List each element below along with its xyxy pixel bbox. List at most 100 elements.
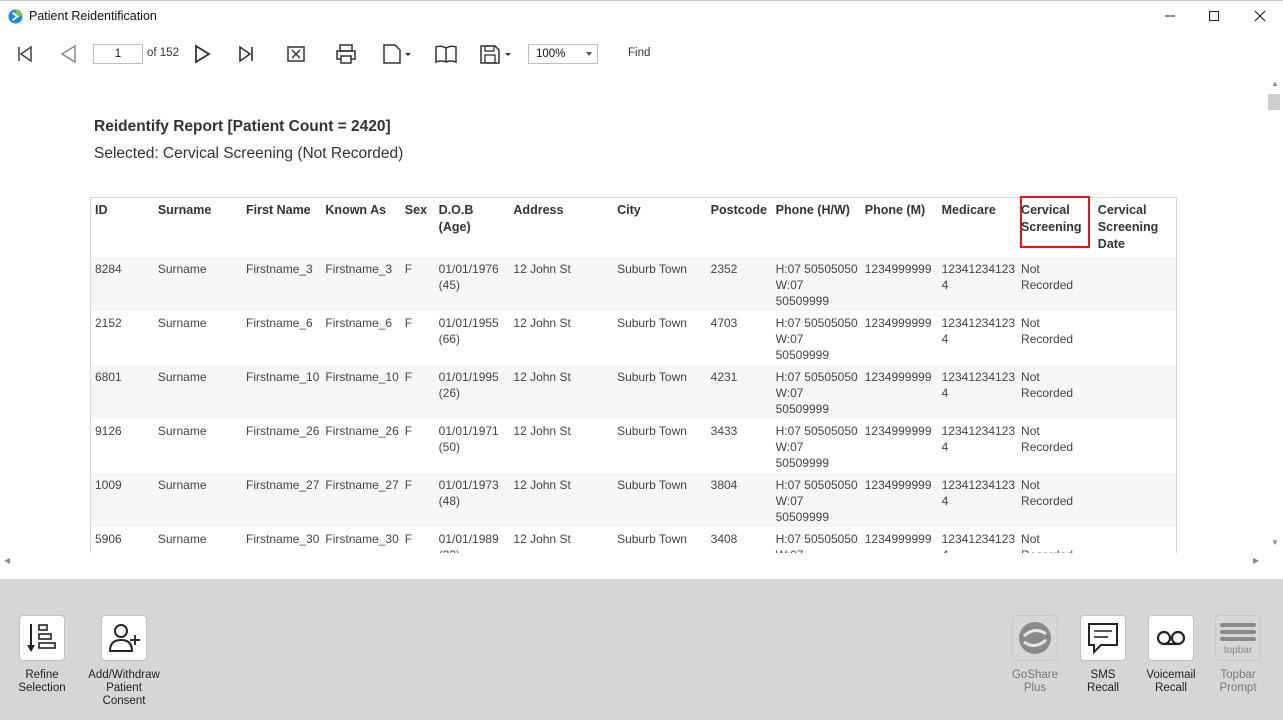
vertical-scrollbar[interactable]: ▲ ▼ [1266,77,1283,553]
maximize-button[interactable] [1191,1,1237,31]
cell-id: 9126 [95,424,122,438]
scroll-up-icon[interactable]: ▲ [1271,79,1279,88]
table-header-row: ID Surname First Name Known As Sex D.O.B… [91,198,1177,258]
cell-first-name: Firstname_26 [246,424,320,438]
cell-cervical-screening: Not Recorded [1017,473,1094,527]
voicemail-icon [1156,630,1186,646]
page-setup-button[interactable] [378,41,414,67]
column-header-phone-m: Phone (M) [864,203,926,217]
column-header-city: City [617,203,641,217]
table-row: 1009 Surname Firstname_27 Firstname_27 F 01/0… [90,473,1177,527]
last-page-icon [239,45,253,63]
cell-sex: F [400,365,435,419]
column-header-postcode: Postcode [710,203,767,217]
save-button[interactable] [476,41,514,67]
open-book-icon [435,45,457,64]
cell-address: 12 John St [513,424,571,438]
cell-medicare: 12341234123 4 [941,532,1016,553]
cell-postcode: 4231 [706,365,772,419]
column-header-first-name: First Name [246,203,311,217]
cell-phone-m: 1234999999 [860,473,938,527]
table-row: 2152 Surname Firstname_6 Firstname_6 F 01/01/… [91,311,1177,365]
cell-city: Suburb Town [613,365,707,419]
divider [0,568,1283,579]
column-header-known-as: Known As [325,203,387,217]
column-header-medicare: Medicare [941,203,996,217]
cell-medicare: 12341234123 4 [937,257,1018,311]
minimize-button[interactable] [1147,1,1193,31]
cell-surname: Surname [157,532,207,546]
column-header-sex: Sex [404,203,428,217]
page-setup-icon [383,44,411,64]
cell-dob: 01/01/1976 (45) [434,257,510,311]
first-page-button[interactable] [12,41,38,67]
cell-first-name: Firstname_27 [242,473,322,527]
patient-consent-button[interactable]: Add/Withdraw Patient Consent [84,615,164,708]
last-page-button[interactable] [233,41,259,67]
report-subtitle: Selected: Cervical Screening (Not Record… [94,145,404,162]
close-window-button[interactable] [1237,1,1283,31]
cell-surname: Surname [153,365,243,419]
next-page-button[interactable] [189,41,215,67]
cell-medicare: 12341234123 4 [941,424,1016,454]
refine-selection-label: Refine Selection [18,669,66,694]
goshare-plus-label: GoShare Plus [1011,669,1059,694]
cell-city: Suburb Town [617,316,687,330]
cell-sex: F [404,316,413,330]
cell-first-name: Firstname_10 [242,365,322,419]
cell-medicare: 12341234123 4 [937,473,1018,527]
vertical-scroll-thumb[interactable] [1268,94,1280,110]
cell-phone-m: 1234999999 [860,257,938,311]
topbar-prompt-button[interactable]: topbar Topbar Prompt [1214,615,1262,695]
scroll-right-icon[interactable]: ▶ [1253,556,1259,565]
cell-dob: 01/01/1989 (32) [438,532,499,553]
cell-city: Suburb Town [613,473,707,527]
column-header-id: ID [95,203,108,217]
table-row: 6801 Surname Firstname_10 Firstname_10 F 01/0… [90,365,1177,419]
cell-city: Suburb Town [617,532,687,546]
cell-phone-hw: H:07 50505050 W:07 50509999 [771,257,861,311]
cell-first-name: Firstname_6 [246,316,313,330]
patient-consent-label: Add/Withdraw Patient Consent [88,669,160,707]
patient-consent-tile [101,615,147,661]
cell-phone-m: 1234999999 [864,424,932,438]
cell-medicare: 12341234123 4 [941,316,1016,346]
sms-recall-button[interactable]: SMS Recall [1079,615,1127,695]
cell-phone-hw: H:07 50505050 W:07 50509999 [771,365,861,419]
horizontal-scrollbar[interactable]: ◀ ▶ [0,553,1266,568]
table-row: 5906 Surname Firstname_30 Firstname_30 F 01/0… [91,527,1177,553]
report-viewport[interactable]: Reidentify Report [Patient Count = 2420]… [0,77,1266,553]
table-row: 8284 Surname Firstname_3 Firstname_3 F 01/01/… [90,257,1177,311]
table-row: 9126 Surname Firstname_26 Firstname_26 F 01/0… [91,419,1177,473]
cell-phone-hw: H:07 50505050 W:07 50509999 [775,316,858,362]
find-button[interactable]: Find [628,47,650,59]
sms-recall-tile [1080,615,1126,661]
topbar-prompt-label: Topbar Prompt [1219,669,1257,694]
cell-surname: Surname [153,473,243,527]
cell-id: 5906 [95,532,122,546]
app-logo-icon [8,9,23,24]
goshare-plus-button[interactable]: GoShare Plus [1010,615,1060,695]
cell-cervical-screening: Not Recorded [1017,365,1094,419]
refine-selection-button[interactable]: Refine Selection [18,615,66,695]
next-page-icon [195,44,211,64]
zoom-select[interactable]: 100% [528,44,598,64]
patient-table: ID Surname First Name Known As Sex D.O.B… [90,197,1177,553]
goshare-logo-icon [1019,622,1051,654]
close-report-button[interactable] [283,41,309,67]
scroll-left-icon[interactable]: ◀ [4,556,10,565]
topbar-prompt-tile: topbar [1215,615,1261,661]
cell-city: Suburb Town [617,424,687,438]
previous-page-button[interactable] [55,41,81,67]
topbar-logo-icon: topbar [1220,623,1256,656]
cell-sex: F [404,532,413,546]
book-view-button[interactable] [433,41,459,67]
cell-phone-hw: H:07 50505050 W:07 50509999 [775,532,858,553]
scroll-down-icon[interactable]: ▼ [1271,538,1279,547]
close-report-icon [287,46,305,62]
cell-medicare: 12341234123 4 [937,365,1018,419]
page-number-input[interactable]: 1 [93,44,143,64]
print-button[interactable] [333,41,359,67]
cell-cervical-screening-date [1094,311,1177,365]
voicemail-recall-button[interactable]: Voicemail Recall [1146,615,1196,695]
